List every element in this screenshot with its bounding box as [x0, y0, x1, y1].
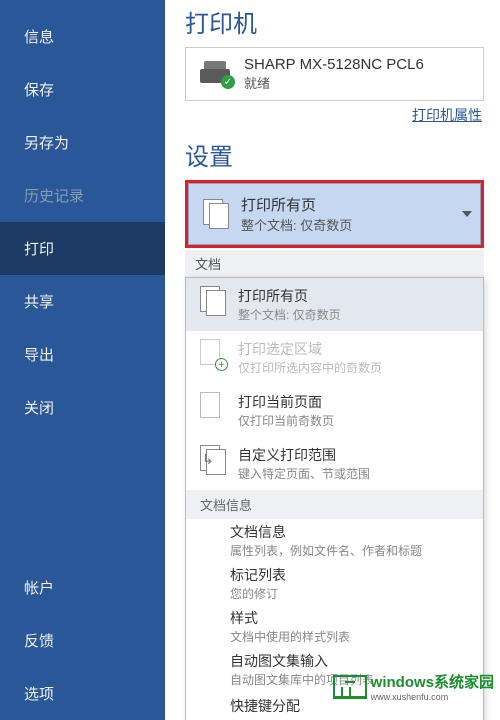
doc-info-header: 文档信息 — [186, 490, 483, 519]
doc-badge: 文档 — [185, 250, 484, 277]
sidebar-item-info[interactable]: 信息 — [0, 10, 165, 63]
custom-range-icon: ↳ — [200, 445, 226, 475]
watermark-logo-icon — [333, 675, 367, 699]
option-sub: 文档中使用的样式列表 — [230, 628, 469, 645]
dropdown-subtitle: 整个文档: 仅奇数页 — [241, 215, 352, 234]
pages-icon — [200, 286, 226, 316]
sidebar-item-export[interactable]: 导出 — [0, 328, 165, 381]
watermark-url: www.xushenfu.com — [371, 692, 494, 702]
watermark-text: windows系统家园 — [371, 674, 494, 691]
page-icon — [200, 392, 226, 422]
option-title: 自动图文集输入 — [230, 651, 469, 671]
highlight-box-top: 打印所有页 整个文档: 仅奇数页 — [185, 180, 484, 248]
printer-icon: ✓ — [200, 61, 232, 87]
sidebar-item-feedback[interactable]: 反馈 — [0, 614, 165, 667]
option-title: 文档信息 — [230, 522, 469, 542]
sidebar-item-print[interactable]: 打印 — [0, 222, 165, 275]
option-markup-list[interactable]: 标记列表 您的修订 — [186, 562, 483, 605]
printer-properties-link[interactable]: 打印机属性 — [412, 107, 482, 123]
page-range-dropdown[interactable]: 打印所有页 整个文档: 仅奇数页 — [188, 183, 481, 245]
selection-icon: + — [200, 339, 226, 369]
sidebar-item-options[interactable]: 选项 — [0, 667, 165, 720]
sidebar-item-share[interactable]: 共享 — [0, 275, 165, 328]
sidebar-item-saveas[interactable]: 另存为 — [0, 116, 165, 169]
settings-heading: 设置 — [185, 137, 484, 172]
option-title: 样式 — [230, 608, 469, 628]
sidebar-item-history[interactable]: 历史记录 — [0, 169, 165, 222]
sidebar-item-close[interactable]: 关闭 — [0, 381, 165, 434]
printer-name: SHARP MX-5128NC PCL6 — [244, 56, 424, 73]
printer-selector[interactable]: ✓ SHARP MX-5128NC PCL6 就绪 — [185, 47, 484, 101]
option-sub: 仅打印所选内容中的奇数页 — [238, 359, 382, 376]
printer-status: 就绪 — [244, 73, 424, 92]
option-sub: 属性列表，例如文件名、作者和标题 — [230, 542, 469, 559]
dropdown-panel: 打印所有页 整个文档: 仅奇数页 + 打印选定区域 仅打印所选内容中的奇数页 打… — [185, 277, 484, 720]
option-title: 标记列表 — [230, 565, 469, 585]
option-title: 自定义打印范围 — [238, 445, 370, 465]
sidebar-item-account[interactable]: 帐户 — [0, 561, 165, 614]
option-print-current[interactable]: 打印当前页面 仅打印当前奇数页 — [186, 384, 483, 437]
dropdown-title: 打印所有页 — [241, 194, 352, 215]
option-sub: 键入特定页面、节或范围 — [238, 465, 370, 482]
printer-heading: 打印机 — [185, 4, 484, 39]
main-panel: 打印机 ✓ SHARP MX-5128NC PCL6 就绪 打印机属性 设置 打… — [165, 0, 500, 720]
option-sub: 整个文档: 仅奇数页 — [238, 306, 341, 323]
pages-icon — [203, 199, 229, 229]
option-title: 打印选定区域 — [238, 339, 382, 359]
backstage-sidebar: 信息 保存 另存为 历史记录 打印 共享 导出 关闭 帐户 反馈 选项 — [0, 0, 165, 720]
option-print-all[interactable]: 打印所有页 整个文档: 仅奇数页 — [186, 278, 483, 331]
option-print-selection: + 打印选定区域 仅打印所选内容中的奇数页 — [186, 331, 483, 384]
option-doc-info[interactable]: 文档信息 属性列表，例如文件名、作者和标题 — [186, 519, 483, 562]
chevron-down-icon — [462, 211, 472, 217]
option-title: 打印所有页 — [238, 286, 341, 306]
option-styles[interactable]: 样式 文档中使用的样式列表 — [186, 605, 483, 648]
option-custom-range[interactable]: ↳ 自定义打印范围 键入特定页面、节或范围 — [186, 437, 483, 490]
option-sub: 您的修订 — [230, 585, 469, 602]
sidebar-item-save[interactable]: 保存 — [0, 63, 165, 116]
option-title: 打印当前页面 — [238, 392, 334, 412]
watermark: windows系统家园 www.xushenfu.com — [333, 671, 494, 702]
option-sub: 仅打印当前奇数页 — [238, 412, 334, 429]
